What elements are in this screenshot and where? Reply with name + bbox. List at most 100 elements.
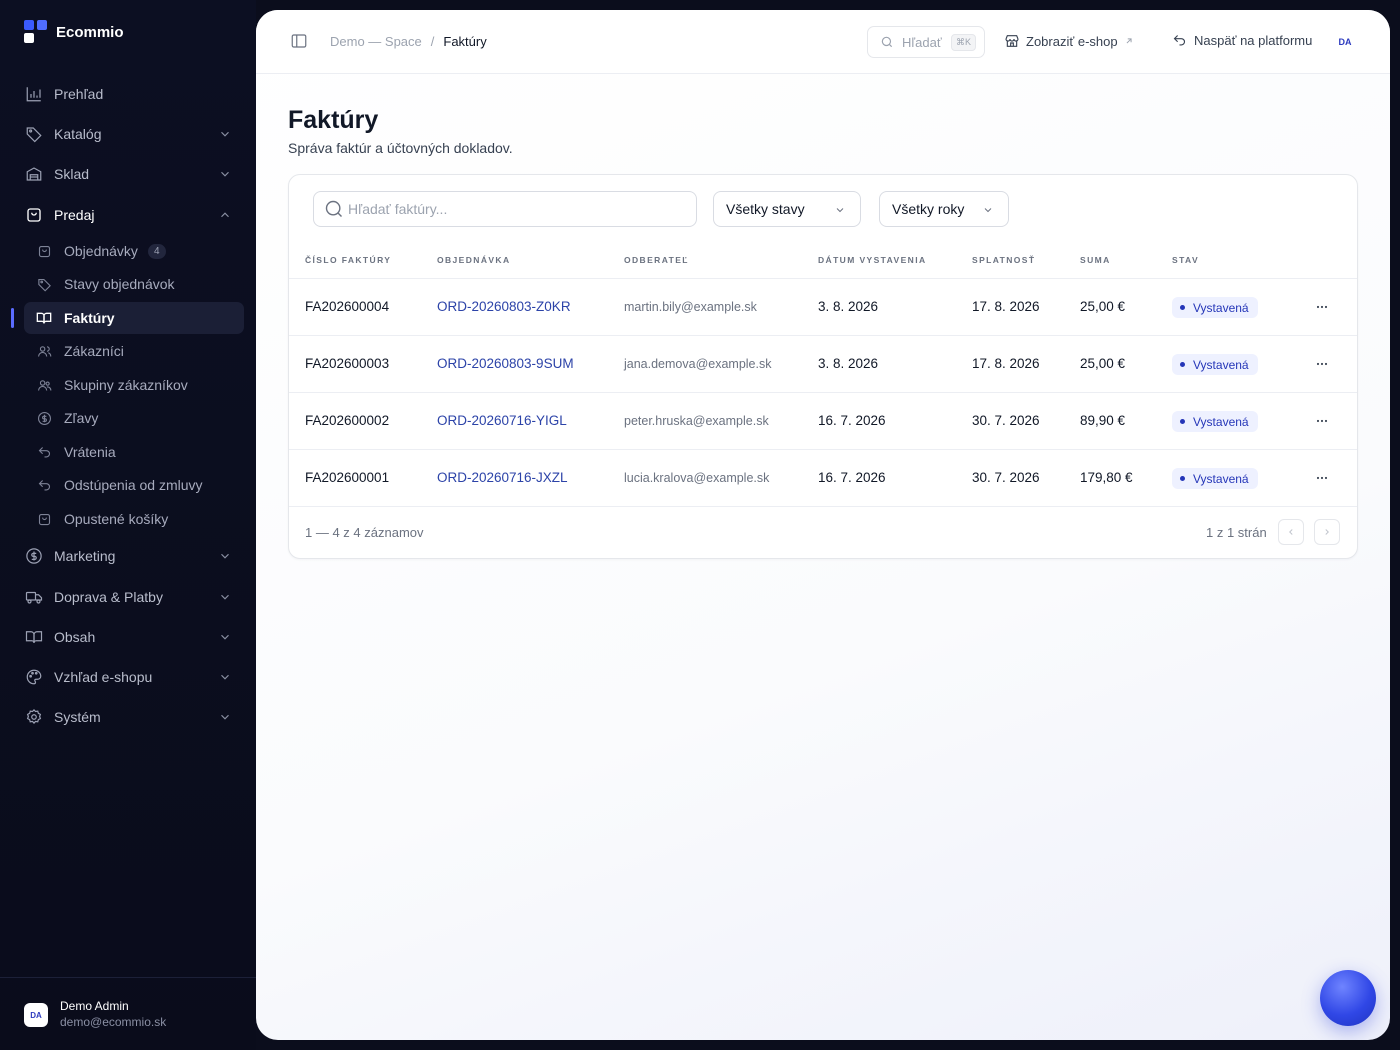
sidebar-item-label: Zákazníci — [64, 343, 124, 359]
sidebar-item-obsah[interactable]: Obsah — [24, 621, 244, 653]
sidebar-item-label: Sklad — [54, 166, 90, 182]
sidebar-subitem-zlavy[interactable]: Zľavy — [24, 402, 244, 434]
sidebar-item-label: Vzhľad e-shopu — [54, 669, 153, 685]
sidebar-subitem-stavy-objednavok[interactable]: Stavy objednávok — [24, 268, 244, 300]
main-panel: Demo — Space / Faktúry Hľadať ⌘K Zobrazi… — [256, 10, 1390, 1040]
chevron-down-icon — [221, 594, 229, 600]
chevron-down-icon — [221, 131, 229, 137]
issued-date: 3. 8. 2026 — [818, 356, 879, 371]
user-profile[interactable]: DA Demo Admin demo@ecommio.sk — [0, 977, 256, 1050]
sidebar-item-label: Predaj — [54, 207, 95, 223]
order-link[interactable]: ORD-20260803-9SUM — [437, 356, 574, 371]
sidebar-subitem-zakaznici[interactable]: Zákazníci — [24, 335, 244, 367]
more-actions-icon[interactable] — [1314, 356, 1330, 372]
chevron-right-icon — [1325, 529, 1329, 535]
sidebar-item-katalog[interactable]: Katalóg — [24, 118, 244, 150]
more-actions-icon[interactable] — [1314, 470, 1330, 486]
year-filter-select[interactable]: Všetky roky — [879, 191, 1009, 227]
sidebar-item-predaj[interactable]: Predaj — [24, 199, 244, 231]
chevron-down-icon — [221, 171, 229, 177]
issued-date: 16. 7. 2026 — [818, 470, 886, 485]
sidebar-subitem-faktury[interactable]: Faktúry — [24, 302, 244, 334]
status-badge: Vystavená — [1172, 468, 1258, 489]
sidebar-item-system[interactable]: Systém — [24, 701, 244, 733]
sidebar: Ecommio Prehľad Katalóg Sklad Predaj Obj… — [0, 0, 256, 1050]
breadcrumb-separator: / — [430, 34, 435, 49]
order-link[interactable]: ORD-20260803-Z0KR — [437, 299, 571, 314]
chevron-down-icon — [221, 714, 229, 720]
palette-icon — [24, 667, 44, 687]
breadcrumb-current: Faktúry — [443, 34, 487, 49]
status-filter-select[interactable]: Všetky stavy — [713, 191, 861, 227]
column-header-number[interactable]: Číslo faktúry — [305, 255, 391, 265]
status-label: Vystavená — [1193, 471, 1249, 486]
order-link[interactable]: ORD-20260716-YIGL — [437, 413, 567, 428]
sidebar-item-doprava-platby[interactable]: Doprava & Platby — [24, 581, 244, 613]
shopping-bag-icon — [36, 511, 52, 527]
count-badge: 4 — [147, 243, 166, 259]
sidebar-subitem-skupiny-zakaznikov[interactable]: Skupiny zákazníkov — [24, 369, 244, 401]
view-eshop-link[interactable]: Zobraziť e-shop — [1004, 33, 1134, 49]
sidebar-item-sklad[interactable]: Sklad — [24, 158, 244, 190]
invoice-search-input[interactable] — [348, 201, 678, 217]
column-header-amount[interactable]: Suma — [1080, 255, 1111, 265]
customer-email: jana.demova@example.sk — [624, 357, 772, 371]
due-date: 30. 7. 2026 — [972, 413, 1040, 428]
sidebar-subitem-odstupenia[interactable]: Odstúpenia od zmluvy — [24, 469, 244, 501]
sidebar-toggle-icon[interactable] — [290, 32, 308, 50]
topbar: Demo — Space / Faktúry Hľadať ⌘K Zobrazi… — [256, 10, 1390, 74]
back-to-platform-link[interactable]: Naspäť na platformu — [1172, 33, 1312, 48]
book-open-icon — [36, 310, 52, 326]
back-to-platform-label: Naspäť na platformu — [1194, 33, 1313, 48]
sidebar-item-label: Zľavy — [64, 410, 99, 426]
status-dot-icon — [1180, 305, 1185, 310]
bar-chart-icon — [24, 84, 44, 104]
shopping-bag-icon — [24, 205, 44, 225]
previous-page-button[interactable] — [1278, 519, 1304, 545]
invoice-amount: 25,00 € — [1080, 299, 1126, 314]
users-icon — [36, 343, 52, 359]
sidebar-item-vzhlad-eshopu[interactable]: Vzhľad e-shopu — [24, 661, 244, 693]
sidebar-subitem-objednavky[interactable]: Objednávky 4 — [24, 235, 244, 267]
pagination-pages: 1 z 1 strán — [1206, 525, 1267, 540]
table-row[interactable]: FA202600004 ORD-20260803-Z0KR martin.bil… — [289, 278, 1357, 335]
sidebar-item-label: Marketing — [54, 548, 116, 564]
next-page-button[interactable] — [1314, 519, 1340, 545]
global-search-button[interactable]: Hľadať ⌘K — [867, 26, 985, 58]
breadcrumb-space[interactable]: Demo — Space — [330, 34, 422, 49]
column-header-status[interactable]: Stav — [1172, 255, 1199, 265]
pagination-count: 1 — 4 z 4 záznamov — [305, 525, 424, 540]
avatar: DA — [24, 1003, 48, 1027]
table-row[interactable]: FA202600003 ORD-20260803-9SUM jana.demov… — [289, 335, 1357, 392]
view-eshop-label: Zobraziť e-shop — [1026, 33, 1118, 49]
avatar[interactable]: DA — [1334, 32, 1356, 52]
search-icon — [325, 200, 343, 218]
undo-icon — [1173, 35, 1185, 46]
invoice-number: FA202600003 — [305, 356, 390, 371]
chevron-down-icon — [984, 208, 992, 213]
sidebar-item-label: Prehľad — [54, 86, 104, 102]
shopping-bag-icon — [36, 243, 52, 259]
column-header-due[interactable]: Splatnosť — [972, 255, 1035, 265]
column-header-order[interactable]: Objednávka — [437, 255, 511, 265]
status-badge: Vystavená — [1172, 411, 1258, 432]
more-actions-icon[interactable] — [1314, 299, 1330, 315]
sidebar-item-label: Systém — [54, 709, 101, 725]
invoice-search[interactable] — [313, 191, 697, 227]
undo-icon — [36, 477, 52, 493]
sidebar-subitem-vratenia[interactable]: Vrátenia — [24, 436, 244, 468]
sidebar-item-prehlad[interactable]: Prehľad — [24, 78, 244, 110]
order-link[interactable]: ORD-20260716-JXZL — [437, 470, 568, 485]
more-actions-icon[interactable] — [1314, 413, 1330, 429]
brand[interactable]: Ecommio — [24, 20, 124, 44]
column-header-issued[interactable]: Dátum vystavenia — [818, 255, 927, 265]
table-row[interactable]: FA202600002 ORD-20260716-YIGL peter.hrus… — [289, 392, 1357, 449]
column-header-customer[interactable]: Odberateľ — [624, 255, 689, 265]
book-open-icon — [24, 627, 44, 647]
sidebar-subitem-opustene-kosiky[interactable]: Opustené košíky — [24, 503, 244, 535]
sidebar-item-label: Skupiny zákazníkov — [64, 377, 188, 393]
settings-icon — [24, 707, 44, 727]
table-row[interactable]: FA202600001 ORD-20260716-JXZL lucia.kral… — [289, 449, 1357, 506]
assistant-orb-button[interactable] — [1320, 970, 1376, 1026]
sidebar-item-marketing[interactable]: Marketing — [24, 540, 244, 572]
